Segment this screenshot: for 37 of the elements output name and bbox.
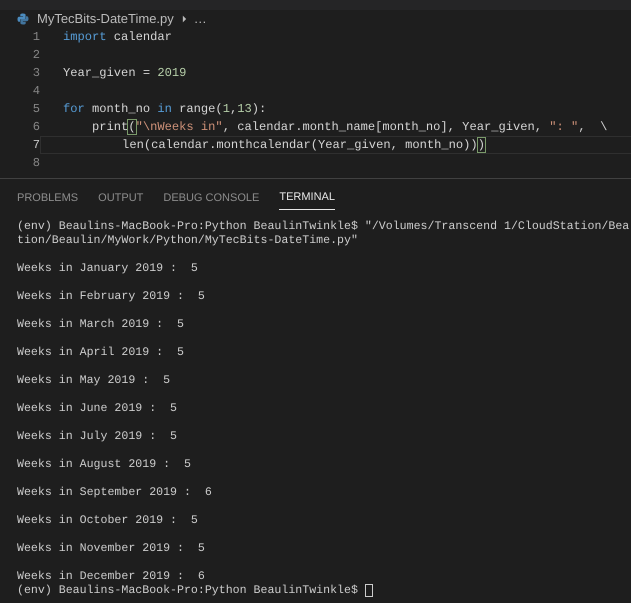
terminal-output-line: Weeks in September 2019 : 6 xyxy=(17,486,212,498)
terminal-command-line: (env) Beaulins-MacBook-Pro:Python BeaulinTwinkle$ "/Volumes/Transcend 1/CloudStation/Bea xyxy=(17,220,630,232)
terminal-output-line: Weeks in December 2019 : 6 xyxy=(17,570,205,582)
panel-tab[interactable]: PROBLEMS xyxy=(17,179,78,210)
line-number: 1 xyxy=(32,29,40,46)
code-line: len(calendar.monthcalendar(Year_given, month_no))) xyxy=(40,136,631,154)
terminal-output-line: Weeks in July 2019 : 5 xyxy=(17,430,178,442)
terminal-output-line: Weeks in January 2019 : 5 xyxy=(17,262,198,274)
panel-tab[interactable]: TERMINAL xyxy=(279,179,335,210)
code-line: print("\nWeeks in", calendar.month_name[month_no], Year_given, ": ", \ xyxy=(91,119,608,136)
breadcrumb-more[interactable]: … xyxy=(194,8,207,28)
code-line: Year_given = 2019 xyxy=(62,65,188,82)
terminal-output-line: Weeks in February 2019 : 5 xyxy=(17,290,205,302)
code-line: import calendar xyxy=(62,29,173,46)
python-file-icon xyxy=(17,12,29,24)
terminal-cursor xyxy=(364,584,373,596)
panel-tab[interactable]: OUTPUT xyxy=(98,179,144,210)
line-number: 2 xyxy=(32,47,40,64)
terminal-output-line: Weeks in June 2019 : 5 xyxy=(17,402,178,414)
file-name[interactable]: MyTecBits-DateTime.py xyxy=(37,8,174,28)
terminal-output-line: Weeks in April 2019 : 5 xyxy=(17,346,184,358)
terminal-output-line: Weeks in August 2019 : 5 xyxy=(17,458,191,470)
terminal-output-line: Weeks in March 2019 : 5 xyxy=(17,318,184,330)
terminal-prompt: (env) Beaulins-MacBook-Pro:Python BeaulinTwinkle$ xyxy=(17,584,358,598)
line-number: 3 xyxy=(32,65,40,82)
line-number: 4 xyxy=(32,83,40,100)
panel-tab[interactable]: DEBUG CONSOLE xyxy=(163,179,260,210)
line-number: 7 xyxy=(32,137,40,154)
chevron-icon xyxy=(182,14,187,22)
terminal-output-line: Weeks in October 2019 : 5 xyxy=(17,514,198,526)
terminal-output-line: Weeks in May 2019 : 5 xyxy=(17,374,170,386)
line-number: 5 xyxy=(32,101,40,118)
code-line: for month_no in range(1,13): xyxy=(62,101,268,118)
terminal-output-line: Weeks in November 2019 : 5 xyxy=(17,542,205,554)
terminal-command-line: tion/Beaulin/MyWork/Python/MyTecBits-DateTime.py" xyxy=(17,234,358,246)
line-number: 8 xyxy=(32,155,40,172)
line-number: 6 xyxy=(32,119,40,136)
